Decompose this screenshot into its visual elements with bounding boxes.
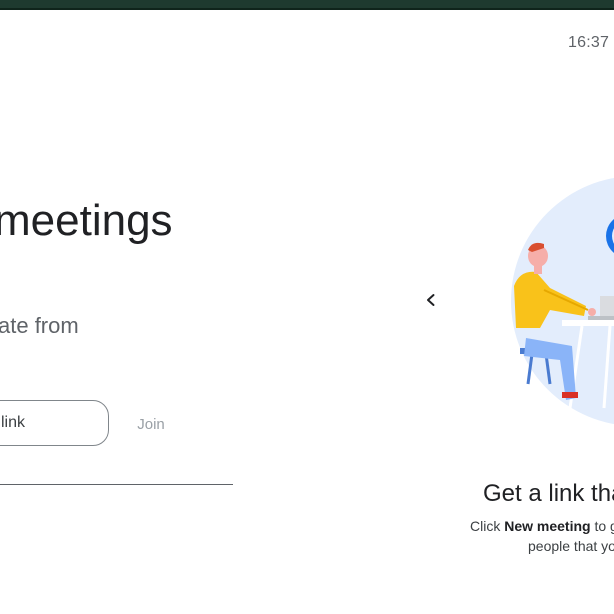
chevron-left-icon — [427, 294, 435, 306]
hero-subtitle: ate from — [0, 313, 79, 338]
browser-top-bar — [0, 0, 614, 10]
carousel-illustration — [510, 178, 614, 424]
join-button[interactable]: Join — [128, 408, 174, 440]
clock-time: 16:37 — [568, 34, 610, 51]
carousel-slide-description: Click New meeting to g — [470, 518, 614, 534]
carousel-slide-description-line2: people that yo — [528, 538, 614, 554]
meeting-code-input-value: link — [1, 414, 26, 431]
desc-new-meeting: New meeting — [504, 518, 591, 534]
carousel-slide-title: Get a link tha — [483, 480, 614, 507]
hero-title: meetings — [0, 196, 173, 245]
carousel-prev-button[interactable] — [416, 285, 446, 315]
desc-suffix: to g — [594, 518, 614, 534]
desc-prefix: Click — [470, 518, 505, 534]
section-divider — [0, 484, 233, 485]
meeting-code-input[interactable]: link — [0, 400, 109, 446]
